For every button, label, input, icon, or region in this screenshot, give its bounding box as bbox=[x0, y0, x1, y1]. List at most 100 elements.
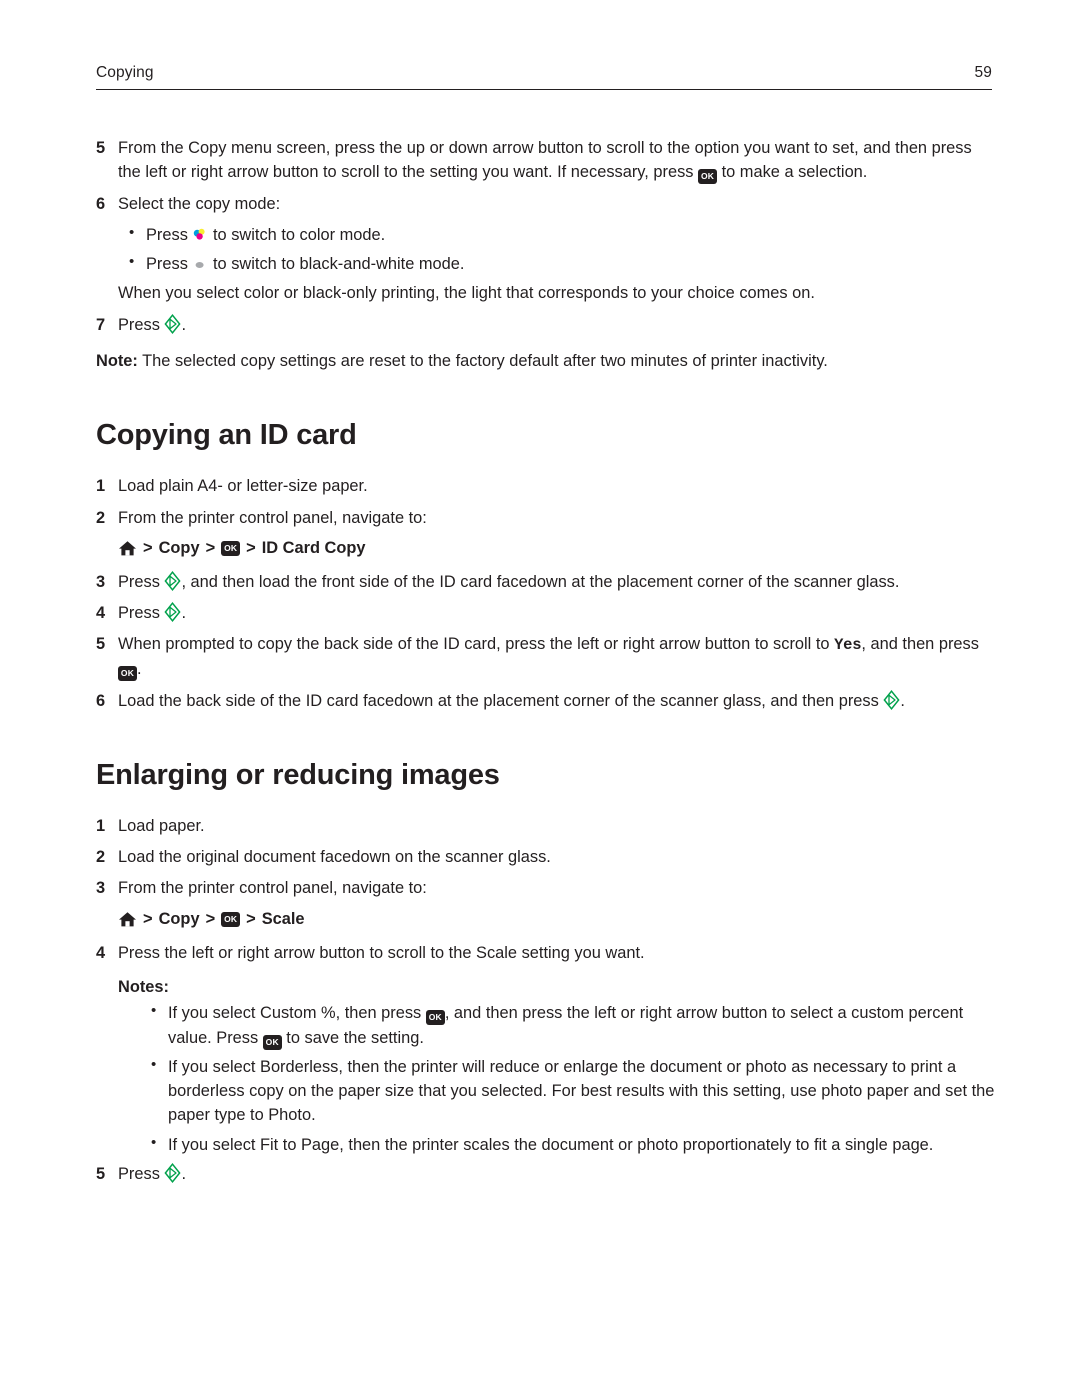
nav-separator-1: > bbox=[143, 538, 153, 557]
section-heading-copying-an-id-card: Copying an ID card bbox=[96, 419, 357, 452]
list-item: 6 Load the back side of the ID card face… bbox=[96, 689, 996, 713]
step-text-before: Press bbox=[118, 572, 165, 591]
step-text: Load the original document facedown on t… bbox=[118, 848, 551, 867]
list-item: 6 Select the copy mode: bbox=[96, 192, 996, 216]
step-number: 3 bbox=[96, 572, 106, 591]
step-number: 5 bbox=[96, 1164, 106, 1183]
step-text: Load the back side of the ID card facedo… bbox=[118, 689, 996, 713]
step-text: When prompted to copy the back side of t… bbox=[118, 632, 996, 682]
nav-item-copy: Copy bbox=[158, 909, 200, 928]
step-number: 5 bbox=[96, 635, 106, 654]
step-text: Load paper. bbox=[118, 816, 205, 835]
step-text: Press . bbox=[118, 313, 996, 337]
step-text: Press , and then load the front side of … bbox=[118, 570, 996, 594]
step-text-after: . bbox=[137, 660, 142, 679]
list-item: 4 Press the left or right arrow button t… bbox=[96, 941, 996, 965]
bullet-text-before: Press bbox=[146, 225, 193, 244]
list-item: 5 Press . bbox=[96, 1162, 996, 1186]
nav-separator-1: > bbox=[143, 909, 153, 928]
step-text: From the printer control panel, navigate… bbox=[118, 508, 427, 527]
home-icon bbox=[118, 911, 137, 928]
notes-bullet-list: If you select Custom %, then press OK, a… bbox=[140, 1000, 996, 1157]
header-page-number: 59 bbox=[974, 64, 992, 81]
list-item: 5 When prompted to copy the back side of… bbox=[96, 632, 996, 682]
step-number: 1 bbox=[96, 816, 106, 835]
page-header: Copying 59 bbox=[96, 64, 992, 90]
step-number: 6 bbox=[96, 194, 106, 213]
step-text-after: . bbox=[181, 1164, 187, 1183]
navigation-path-scale: > Copy > OK > Scale bbox=[118, 908, 996, 931]
list-item: 4 Press . bbox=[96, 601, 996, 625]
bullet-list: Press to switch to color mode. Press to … bbox=[118, 222, 996, 277]
step-text: Press . bbox=[118, 601, 996, 625]
step-text-after: . bbox=[900, 691, 905, 710]
page-content: 5 From the Copy menu screen, press the u… bbox=[96, 136, 996, 1193]
start-button-icon bbox=[883, 689, 900, 710]
step-text: Load plain A4- or letter-size paper. bbox=[118, 477, 368, 496]
document-page: Copying 59 5 From the Copy menu screen, … bbox=[0, 0, 1080, 1397]
list-item: 5 From the Copy menu screen, press the u… bbox=[96, 136, 996, 185]
step-text-mid: , and then press bbox=[861, 635, 979, 654]
ok-button-icon: OK bbox=[221, 540, 241, 556]
note-text: If you select Borderless, then the print… bbox=[168, 1057, 995, 1125]
step-text-before: Press bbox=[118, 1164, 165, 1183]
step-number: 6 bbox=[96, 691, 106, 710]
step-number: 2 bbox=[96, 508, 106, 527]
step-text-before: When prompted to copy the back side of t… bbox=[118, 635, 835, 654]
note-text-after: to save the setting. bbox=[281, 1028, 424, 1047]
note-text: The selected copy settings are reset to … bbox=[137, 351, 828, 370]
list-item: If you select Borderless, then the print… bbox=[140, 1054, 996, 1128]
step-text: Press the left or right arrow button to … bbox=[118, 943, 645, 962]
bullet-text-after: to switch to black-and-white mode. bbox=[208, 255, 465, 274]
list-item: If you select Custom %, then press OK, a… bbox=[140, 1000, 996, 1050]
list-item: 2 Load the original document facedown on… bbox=[96, 845, 996, 869]
list-item: 3 From the printer control panel, naviga… bbox=[96, 876, 996, 900]
setting-value-yes: Yes bbox=[834, 636, 862, 655]
step-text-before: Press bbox=[118, 315, 165, 334]
note-paragraph: Note: The selected copy settings are res… bbox=[96, 349, 996, 373]
note-label: Note: bbox=[96, 351, 138, 370]
list-item: 2 From the printer control panel, naviga… bbox=[96, 506, 996, 530]
step-number: 7 bbox=[96, 315, 106, 334]
step-number: 5 bbox=[96, 139, 106, 157]
section-heading-enlarging-or-reducing-images: Enlarging or reducing images bbox=[96, 758, 500, 791]
step-number: 2 bbox=[96, 848, 106, 867]
step-text: From the Copy menu screen, press the up … bbox=[118, 136, 996, 185]
ok-button-icon: OK bbox=[262, 1034, 282, 1050]
black-and-white-mode-icon bbox=[192, 254, 208, 269]
bullet-text-after: to switch to color mode. bbox=[208, 225, 386, 244]
start-button-icon bbox=[164, 1162, 182, 1183]
list-item: 3 Press , and then load the front side o… bbox=[96, 570, 996, 594]
bullet-text-before: Press bbox=[146, 255, 193, 274]
list-item: If you select Fit to Page, then the prin… bbox=[140, 1132, 996, 1157]
start-button-icon bbox=[164, 313, 182, 334]
nav-item-copy: Copy bbox=[158, 538, 200, 557]
nav-item-scale: Scale bbox=[261, 909, 305, 928]
step-text-after: , and then load the front side of the ID… bbox=[181, 572, 900, 591]
step-text-before: Press bbox=[118, 604, 165, 623]
step-text: From the printer control panel, navigate… bbox=[118, 879, 427, 898]
list-item: Press to switch to color mode. bbox=[118, 222, 996, 247]
nav-item-id-card-copy: ID Card Copy bbox=[261, 538, 366, 557]
ok-button-icon: OK bbox=[698, 169, 718, 185]
note-text-before: If you select Custom %, then press bbox=[168, 1004, 426, 1023]
step-text-after: . bbox=[181, 315, 187, 334]
ok-button-icon: OK bbox=[118, 666, 137, 682]
list-item: Press to switch to black-and-white mode. bbox=[118, 251, 996, 276]
list-item: 7 Press . bbox=[96, 313, 996, 337]
list-item: 1 Load paper. bbox=[96, 814, 996, 838]
nav-separator-2: > bbox=[205, 909, 216, 928]
step-number: 1 bbox=[96, 477, 106, 496]
note-text: If you select Fit to Page, then the prin… bbox=[168, 1135, 934, 1154]
list-item: 1 Load plain A4- or letter-size paper. bbox=[96, 474, 996, 498]
ok-button-icon: OK bbox=[221, 911, 241, 927]
step-text: Press . bbox=[118, 1162, 996, 1186]
nav-separator-2: > bbox=[205, 538, 216, 557]
paragraph: When you select color or black-only prin… bbox=[118, 284, 815, 303]
step-text-after: to make a selection. bbox=[717, 163, 868, 182]
step-number: 4 bbox=[96, 943, 106, 962]
header-chapter-title: Copying bbox=[96, 64, 154, 81]
color-mode-icon bbox=[192, 225, 208, 240]
start-button-icon bbox=[164, 602, 182, 623]
navigation-path-id-card-copy: > Copy > OK > ID Card Copy bbox=[118, 537, 996, 560]
